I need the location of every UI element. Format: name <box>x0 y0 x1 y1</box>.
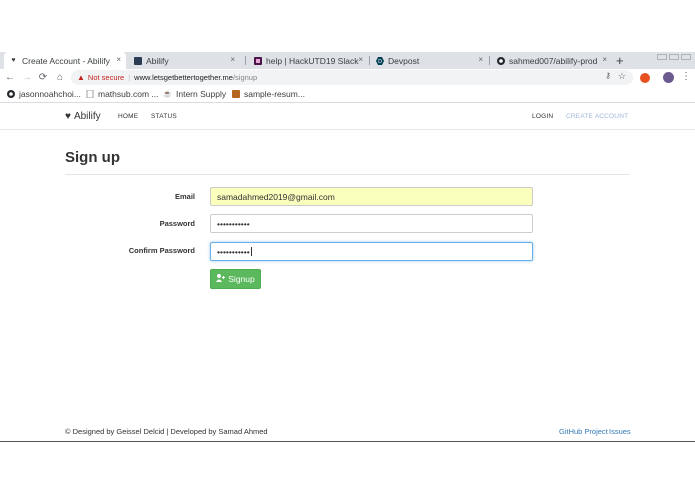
issues-link[interactable]: Issues <box>609 427 631 436</box>
address-bar[interactable]: ▲ Not secure | www.letsgetbettertogether… <box>71 70 633 85</box>
profile-avatar[interactable] <box>663 72 674 83</box>
brand-name: Abilify <box>73 111 101 122</box>
bookmark-item[interactable]: sample-resum... <box>231 89 305 99</box>
github-icon <box>496 56 505 65</box>
extension-icon[interactable] <box>640 73 650 83</box>
user-plus-icon <box>216 274 226 284</box>
reload-icon[interactable]: ⟳ <box>37 71 49 85</box>
warning-icon: ▲ <box>77 73 85 82</box>
bookmark-item[interactable]: mathsub.com ... <box>85 89 158 99</box>
password-field[interactable]: ••••••••••• <box>210 214 533 233</box>
tab-title: help | HackUTD19 Slack <box>266 55 359 66</box>
email-label: Email <box>174 192 195 201</box>
window-controls <box>657 54 691 60</box>
bookmark-label: mathsub.com ... <box>98 89 159 99</box>
email-field[interactable]: samadahmed2019@gmail.com <box>210 187 533 206</box>
heart-icon: ♥ <box>65 111 71 122</box>
tab-create-account[interactable]: ♥ Create Account - Abilify × <box>4 52 126 69</box>
close-icon[interactable]: × <box>602 55 607 64</box>
intern-supply-icon: ☕ <box>163 91 172 98</box>
brand-link[interactable]: ♥ Abilify <box>65 111 101 122</box>
minimize-icon[interactable] <box>657 54 667 60</box>
github-icon <box>6 90 15 99</box>
svg-text:D: D <box>378 59 382 65</box>
nav-home[interactable]: HOME <box>118 113 138 120</box>
confirm-password-value: ••••••••••• <box>217 246 250 257</box>
screen: ♥ Create Account - Abilify × Abilify × h… <box>0 0 695 494</box>
site-navbar: ♥ Abilify HOME STATUS LOGIN CREATE ACCOU… <box>0 104 695 130</box>
confirm-password-field[interactable]: ••••••••••• <box>210 242 533 261</box>
key-icon[interactable]: ⚷ <box>605 71 611 80</box>
tab-abilify[interactable]: Abilify × <box>128 52 240 69</box>
tab-devpost[interactable]: D Devpost × <box>370 52 488 69</box>
bookmark-label: jasonnoahchoi... <box>19 89 81 99</box>
browser-toolbar: ← → ⟳ ⌂ ▲ Not secure | www.letsgetbetter… <box>0 69 695 87</box>
new-tab-button[interactable]: + <box>616 53 624 68</box>
back-icon[interactable]: ← <box>4 71 16 85</box>
github-project-link[interactable]: GitHub Project <box>559 427 608 436</box>
forward-icon[interactable]: → <box>21 71 33 85</box>
tab-separator <box>489 56 490 65</box>
bookmark-label: Intern Supply <box>176 89 227 99</box>
tab-title: Devpost <box>388 55 420 66</box>
bookmarks-bar: jasonnoahchoi... mathsub.com ... ☕ Inter… <box>0 87 695 103</box>
footer-credits: © Designed by Geissel Delcid | Developed… <box>65 427 268 436</box>
tab-strip: ♥ Create Account - Abilify × Abilify × h… <box>0 52 695 69</box>
bookmark-label: sample-resum... <box>244 89 305 99</box>
tab-github[interactable]: sahmed007/abilify-prod × <box>491 52 612 69</box>
close-icon[interactable]: × <box>358 55 363 64</box>
close-window-icon[interactable] <box>681 54 691 60</box>
tab-slack[interactable]: help | HackUTD19 Slack × <box>248 52 368 69</box>
heart-icon: ♥ <box>11 57 16 64</box>
bookmark-item[interactable]: jasonnoahchoi... <box>6 89 81 99</box>
page-title: Sign up <box>65 149 120 166</box>
maximize-icon[interactable] <box>669 54 679 60</box>
divider: | <box>128 73 131 82</box>
url-path: /signup <box>232 73 258 82</box>
bookmark-item[interactable]: ☕ Intern Supply <box>163 89 226 99</box>
url-host: www.letsgetbettertogether.me <box>134 73 233 82</box>
home-icon[interactable]: ⌂ <box>54 71 66 85</box>
close-icon[interactable]: × <box>230 55 235 64</box>
signup-button[interactable]: Signup <box>210 269 261 289</box>
app-icon <box>133 56 142 65</box>
password-label: Password <box>159 219 195 228</box>
star-icon[interactable]: ☆ <box>618 71 626 82</box>
tab-title: Abilify <box>146 55 169 66</box>
close-icon[interactable]: × <box>116 55 121 64</box>
devpost-icon: D <box>375 56 384 65</box>
tab-title: sahmed007/abilify-prod <box>509 55 598 66</box>
nav-status[interactable]: STATUS <box>151 113 177 120</box>
text-cursor <box>250 247 252 256</box>
slack-icon <box>253 56 262 65</box>
close-icon[interactable]: × <box>478 55 483 64</box>
email-value: samadahmed2019@gmail.com <box>217 191 335 202</box>
not-secure-label: Not secure <box>87 73 125 82</box>
nav-create-account[interactable]: CREATE ACCOUNT <box>566 113 628 120</box>
tab-separator <box>245 56 246 65</box>
bookmark-icon <box>231 90 240 99</box>
footer-divider <box>0 441 695 442</box>
nav-login[interactable]: LOGIN <box>532 113 553 120</box>
page-icon <box>85 90 94 99</box>
confirm-password-label: Confirm Password <box>128 246 195 255</box>
password-value: ••••••••••• <box>217 218 250 229</box>
divider <box>65 174 630 175</box>
signup-label: Signup <box>228 274 255 284</box>
tab-title: Create Account - Abilify <box>22 55 110 66</box>
menu-icon[interactable]: ⋮ <box>681 71 691 83</box>
